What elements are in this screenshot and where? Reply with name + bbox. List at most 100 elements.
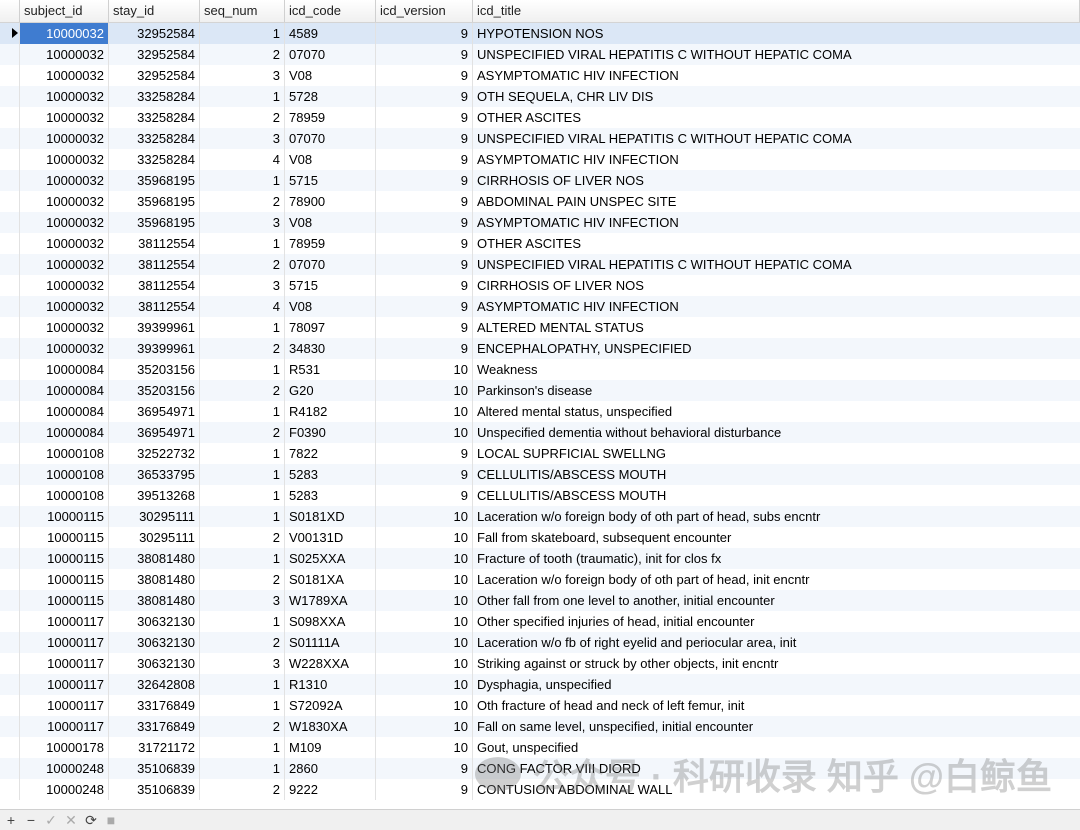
cell-stay-id[interactable]: 33176849 [109, 695, 200, 716]
cell-subject-id[interactable]: 10000115 [20, 506, 109, 527]
cell-icd-code[interactable]: G20 [285, 380, 376, 401]
row-marker[interactable] [0, 128, 20, 149]
cell-icd-title[interactable]: Laceration w/o foreign body of oth part … [473, 569, 1080, 590]
cell-icd-version[interactable]: 9 [376, 23, 473, 44]
cell-icd-title[interactable]: UNSPECIFIED VIRAL HEPATITIS C WITHOUT HE… [473, 254, 1080, 275]
row-marker[interactable] [0, 170, 20, 191]
cell-icd-version[interactable]: 9 [376, 779, 473, 800]
cell-subject-id[interactable]: 10000032 [20, 128, 109, 149]
table-row[interactable]: 10000032 39399961 2 34830 9 ENCEPHALOPATHY, U… [0, 338, 1080, 359]
cell-subject-id[interactable]: 10000032 [20, 44, 109, 65]
col-header-icd-code[interactable]: icd_code [285, 0, 376, 22]
table-row[interactable]: 10000108 36533795 1 5283 9 CELLULITIS/ABSCESS… [0, 464, 1080, 485]
table-row[interactable]: 10000032 33258284 2 78959 9 OTHER ASCITES [0, 107, 1080, 128]
row-marker[interactable] [0, 737, 20, 758]
cell-icd-code[interactable]: V08 [285, 296, 376, 317]
table-row[interactable]: 10000032 33258284 3 07070 9 UNSPECIFIED VIRAL… [0, 128, 1080, 149]
row-marker[interactable] [0, 296, 20, 317]
delete-row-icon[interactable]: − [24, 812, 38, 828]
cell-icd-title[interactable]: Unspecified dementia without behavioral … [473, 422, 1080, 443]
cell-icd-version[interactable]: 9 [376, 191, 473, 212]
cell-icd-title[interactable]: UNSPECIFIED VIRAL HEPATITIS C WITHOUT HE… [473, 44, 1080, 65]
cell-subject-id[interactable]: 10000032 [20, 254, 109, 275]
cell-icd-version[interactable]: 10 [376, 401, 473, 422]
table-row[interactable]: 10000117 32642808 1 R1310 10 Dysphagia, unspe… [0, 674, 1080, 695]
cell-stay-id[interactable]: 38112554 [109, 254, 200, 275]
cell-seq-num[interactable]: 3 [200, 65, 285, 86]
row-marker[interactable] [0, 401, 20, 422]
cell-icd-code[interactable]: S0181XA [285, 569, 376, 590]
row-marker[interactable] [0, 338, 20, 359]
cell-seq-num[interactable]: 2 [200, 422, 285, 443]
row-marker[interactable] [0, 716, 20, 737]
cell-icd-title[interactable]: Striking against or struck by other obje… [473, 653, 1080, 674]
cell-icd-code[interactable]: 78959 [285, 233, 376, 254]
cell-icd-code[interactable]: 34830 [285, 338, 376, 359]
cell-icd-version[interactable]: 9 [376, 44, 473, 65]
cell-icd-version[interactable]: 10 [376, 653, 473, 674]
table-row[interactable]: 10000032 38112554 2 07070 9 UNSPECIFIED VIRAL… [0, 254, 1080, 275]
row-marker[interactable] [0, 506, 20, 527]
cell-icd-version[interactable]: 9 [376, 296, 473, 317]
cell-stay-id[interactable]: 36533795 [109, 464, 200, 485]
cell-icd-title[interactable]: HYPOTENSION NOS [473, 23, 1080, 44]
cell-stay-id[interactable]: 38112554 [109, 233, 200, 254]
table-row[interactable]: 10000117 30632130 1 S098XXA 10 Other specifie… [0, 611, 1080, 632]
cell-stay-id[interactable]: 33176849 [109, 716, 200, 737]
cell-seq-num[interactable]: 1 [200, 443, 285, 464]
cell-icd-code[interactable]: R1310 [285, 674, 376, 695]
cell-icd-code[interactable]: 7822 [285, 443, 376, 464]
cell-icd-code[interactable]: S0181XD [285, 506, 376, 527]
cell-icd-title[interactable]: LOCAL SUPRFICIAL SWELLNG [473, 443, 1080, 464]
apply-icon[interactable]: ✓ [44, 812, 58, 829]
cell-seq-num[interactable]: 4 [200, 149, 285, 170]
cell-icd-version[interactable]: 9 [376, 149, 473, 170]
cell-seq-num[interactable]: 1 [200, 359, 285, 380]
cell-seq-num[interactable]: 1 [200, 464, 285, 485]
cell-stay-id[interactable]: 32952584 [109, 65, 200, 86]
cell-icd-code[interactable]: 5283 [285, 485, 376, 506]
cell-subject-id[interactable]: 10000084 [20, 380, 109, 401]
table-row[interactable]: 10000032 38112554 3 5715 9 CIRRHOSIS OF LIVER… [0, 275, 1080, 296]
cell-seq-num[interactable]: 1 [200, 695, 285, 716]
cell-icd-version[interactable]: 9 [376, 86, 473, 107]
cell-seq-num[interactable]: 3 [200, 128, 285, 149]
cell-seq-num[interactable]: 1 [200, 23, 285, 44]
cell-icd-version[interactable]: 10 [376, 359, 473, 380]
cell-seq-num[interactable]: 2 [200, 107, 285, 128]
row-marker[interactable] [0, 107, 20, 128]
cell-icd-code[interactable]: 07070 [285, 128, 376, 149]
cell-subject-id[interactable]: 10000115 [20, 527, 109, 548]
cell-icd-version[interactable]: 10 [376, 737, 473, 758]
cell-icd-version[interactable]: 10 [376, 380, 473, 401]
table-row[interactable]: 10000108 32522732 1 7822 9 LOCAL SUPRFICIAL S… [0, 443, 1080, 464]
cell-subject-id[interactable]: 10000117 [20, 716, 109, 737]
table-row[interactable]: 10000115 30295111 2 V00131D 10 Fall from skat… [0, 527, 1080, 548]
cell-icd-code[interactable]: V08 [285, 149, 376, 170]
table-row[interactable]: 10000115 38081480 3 W1789XA 10 Other fall fro… [0, 590, 1080, 611]
cell-icd-code[interactable]: 5715 [285, 170, 376, 191]
row-marker[interactable] [0, 86, 20, 107]
table-row[interactable]: 10000032 33258284 4 V08 9 ASYMPTOMATIC HIV IN… [0, 149, 1080, 170]
col-header-stay-id[interactable]: stay_id [109, 0, 200, 22]
cell-subject-id[interactable]: 10000032 [20, 233, 109, 254]
table-row[interactable]: 10000084 36954971 1 R4182 10 Altered mental s… [0, 401, 1080, 422]
cell-stay-id[interactable]: 31721172 [109, 737, 200, 758]
cell-subject-id[interactable]: 10000115 [20, 590, 109, 611]
cell-stay-id[interactable]: 35203156 [109, 359, 200, 380]
cell-icd-code[interactable]: R531 [285, 359, 376, 380]
cell-icd-title[interactable]: Weakness [473, 359, 1080, 380]
cell-stay-id[interactable]: 36954971 [109, 401, 200, 422]
row-marker[interactable] [0, 212, 20, 233]
table-row[interactable]: 10000032 32952584 1 4589 9 HYPOTENSION NOS [0, 23, 1080, 44]
cell-stay-id[interactable]: 32952584 [109, 44, 200, 65]
cell-icd-code[interactable]: 9222 [285, 779, 376, 800]
cell-subject-id[interactable]: 10000032 [20, 338, 109, 359]
cell-subject-id[interactable]: 10000032 [20, 275, 109, 296]
cell-stay-id[interactable]: 35968195 [109, 212, 200, 233]
table-row[interactable]: 10000108 39513268 1 5283 9 CELLULITIS/ABSCESS… [0, 485, 1080, 506]
cell-subject-id[interactable]: 10000248 [20, 779, 109, 800]
table-row[interactable]: 10000032 35968195 1 5715 9 CIRRHOSIS OF LIVER… [0, 170, 1080, 191]
cell-icd-code[interactable]: 4589 [285, 23, 376, 44]
cell-icd-title[interactable]: Other specified injuries of head, initia… [473, 611, 1080, 632]
